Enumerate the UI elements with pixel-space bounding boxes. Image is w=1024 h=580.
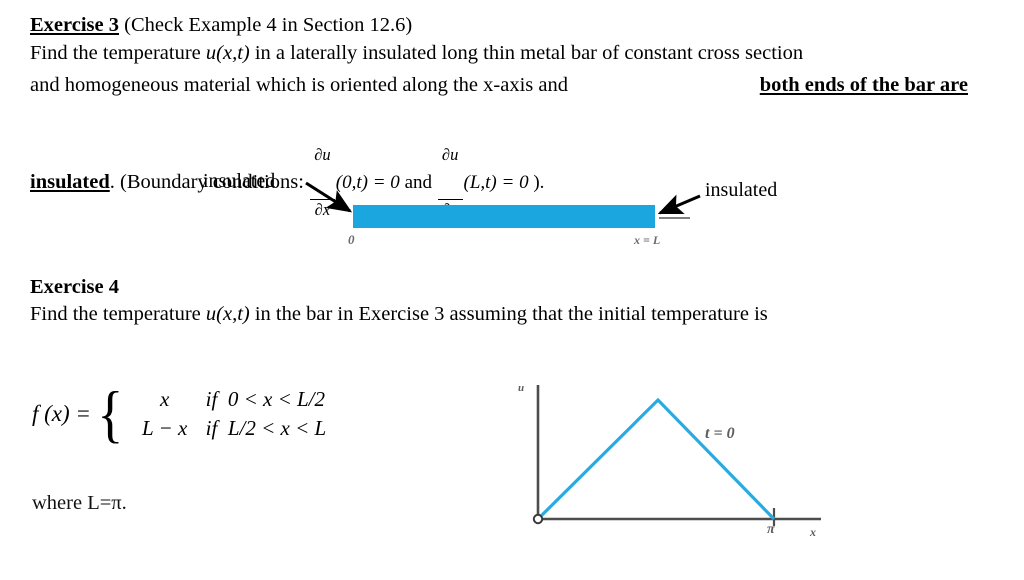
exercise4-line1-math: u(x,t) (205, 303, 250, 325)
exercise3-line1-math: u(x,t) (205, 42, 250, 64)
frac1-numerator: ∂u (314, 144, 331, 164)
exercise3-line1: Find the temperature u(x,t) in a lateral… (30, 40, 968, 66)
bc2-arguments: (L,t) = 0 (463, 171, 529, 193)
exercise4-line1-c: in the bar in Exercise 3 assuming that t… (249, 303, 768, 325)
where-note-text: where L=π. (32, 492, 127, 514)
bar-end-label: x = L (634, 233, 661, 247)
x-axis-label: x (810, 525, 816, 539)
exercise3-line2: and homogeneous material which is orient… (30, 72, 968, 98)
piecewise-brace: { (97, 377, 124, 449)
chart-svg (532, 385, 821, 526)
exercise3-heading-line: Exercise 3 (Check Example 4 in Section 1… (30, 12, 968, 38)
exercise3-line3-emphasis: insulated (30, 171, 110, 194)
exercise4-heading: Exercise 4 (30, 276, 119, 298)
piecewise-row: L − x if L/2 < x < L (128, 414, 327, 443)
bc-conjunction: and (399, 171, 437, 193)
exercise3-line2-a: and homogeneous material which is orient… (30, 74, 574, 96)
exercise3-boundary-conditions: insulated. (Boundary conditions: ∂u ∂x (… (30, 112, 544, 254)
exercise3-heading: Exercise 3 (30, 14, 119, 36)
piecewise-function: f (x) = { x if 0 < x < L/2 L − x if L/2 … (32, 377, 327, 449)
insulated-label-left: insulated (203, 170, 276, 192)
frac2-numerator: ∂u (441, 144, 459, 164)
partial-derivative-fraction-2: ∂u ∂x (437, 111, 463, 253)
piecewise-value-1: x (159, 387, 170, 411)
y-axis-label: u (518, 382, 525, 394)
insulated-label-right: insulated (705, 179, 778, 201)
frac1-denominator: ∂x (310, 198, 335, 218)
worksheet-page: Exercise 3 (Check Example 4 in Section 1… (0, 0, 1024, 580)
initial-temperature-chart: u π x t = 0 (505, 370, 845, 550)
time-annotation: t = 0 (705, 425, 735, 442)
piecewise-condition-2: if L/2 < x < L (205, 416, 327, 440)
exercise4-line1-a: Find the temperature (30, 303, 206, 325)
initial-condition-curve (536, 397, 776, 521)
exercise3-line2-emphasis: both ends of the bar are (759, 74, 968, 96)
metal-bar (353, 205, 655, 228)
piecewise-value-2: L − x (142, 416, 188, 440)
partial-derivative-fraction-1: ∂u ∂x (310, 111, 335, 253)
exercise4-line1: Find the temperature u(x,t) in the bar i… (30, 301, 968, 327)
piecewise-lhs: f (x) = (32, 401, 91, 426)
bc1-arguments: (0,t) = 0 (335, 171, 400, 193)
arrow-right (657, 194, 701, 215)
exercise3-line1-c: in a laterally insulated long thin metal… (249, 42, 804, 64)
origin-marker (532, 513, 544, 525)
exercise3-heading-note: (Check Example 4 in Section 12.6) (124, 14, 413, 36)
bc-close-paren: ). (528, 171, 545, 193)
x-tick-label-pi: π (767, 522, 775, 537)
bar-origin-label: 0 (348, 232, 355, 247)
piecewise-row: x if 0 < x < L/2 (128, 385, 327, 414)
exercise4-heading-line: Exercise 4 (30, 274, 968, 300)
piecewise-cases: x if 0 < x < L/2 L − x if L/2 < x < L (128, 385, 327, 443)
where-note: where L=π. (32, 490, 127, 517)
exercise3-line1-a: Find the temperature (30, 42, 206, 64)
piecewise-condition-1: if 0 < x < L/2 (205, 387, 326, 411)
